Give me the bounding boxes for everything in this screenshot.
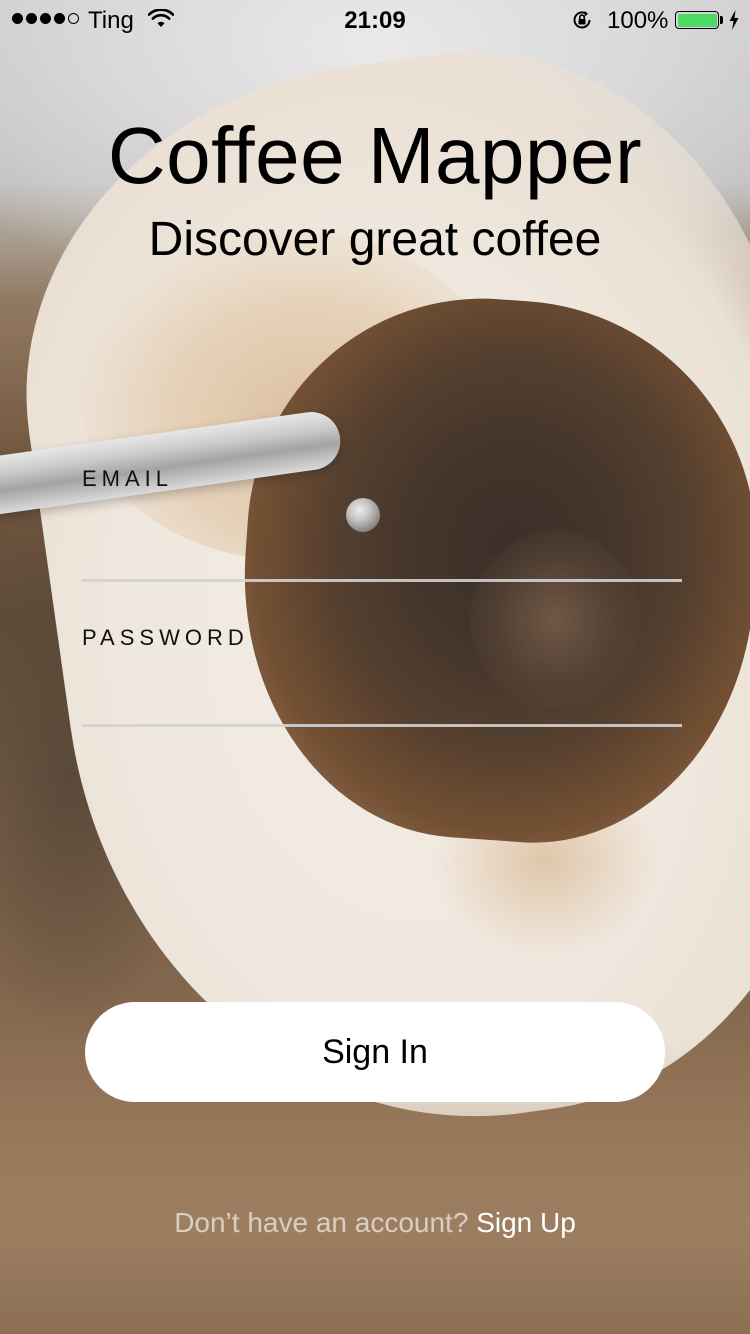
signup-prompt-row: Don’t have an account? Sign Up xyxy=(0,1207,750,1239)
charging-bolt-icon xyxy=(729,10,739,30)
login-screen: Ting 21:09 100% Coffee Mapper Discover g… xyxy=(0,0,750,1334)
app-subtitle: Discover great coffee xyxy=(148,213,602,266)
battery-icon xyxy=(675,11,719,29)
battery-level-fill xyxy=(677,13,717,27)
app-title: Coffee Mapper xyxy=(107,111,643,200)
password-label: PASSWORD xyxy=(82,625,249,650)
email-label: EMAIL xyxy=(82,466,174,491)
password-field[interactable] xyxy=(82,681,682,727)
rotation-lock-icon xyxy=(573,11,591,29)
status-bar: Ting 21:09 100% xyxy=(0,0,750,40)
sign-in-button[interactable]: Sign In xyxy=(85,1002,665,1102)
email-field[interactable] xyxy=(82,536,682,582)
signup-prompt-text: Don’t have an account? xyxy=(174,1207,469,1238)
battery-percentage: 100% xyxy=(607,7,669,34)
sign-up-link[interactable]: Sign Up xyxy=(476,1207,576,1238)
background-photo xyxy=(0,0,750,1334)
